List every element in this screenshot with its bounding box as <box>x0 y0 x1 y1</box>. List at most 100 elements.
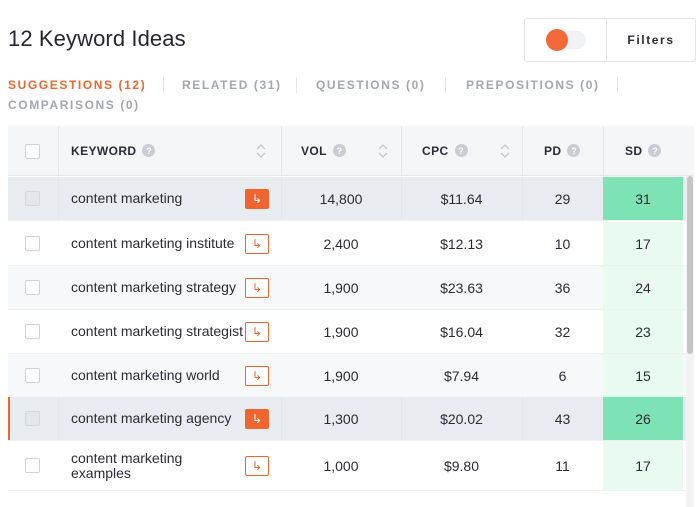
pd-value: 11 <box>555 457 570 474</box>
help-icon[interactable]: ? <box>648 144 662 157</box>
open-link-icon[interactable]: ↳ <box>245 456 269 476</box>
table-row[interactable]: content marketing world ↳ 1,900 $7.94 6 … <box>8 354 694 398</box>
row-checkbox[interactable] <box>25 368 40 383</box>
keyword-table: KEYWORD ? VOL ? CPC ? PD ? SD ? content … <box>8 126 694 507</box>
column-divider <box>281 126 282 175</box>
table-row[interactable]: content marketing ↳ 14,800 $11.64 29 31 <box>8 177 694 221</box>
vertical-scrollbar[interactable] <box>686 176 694 507</box>
column-divider <box>58 397 59 440</box>
tab-divider <box>296 77 297 93</box>
table-row[interactable]: content marketing institute ↳ 2,400 $12.… <box>8 222 694 266</box>
page-title: 12 Keyword Ideas <box>8 26 186 51</box>
filters-button[interactable]: Filters <box>607 19 695 61</box>
open-link-icon[interactable]: ↳ <box>245 366 269 386</box>
help-icon[interactable]: ? <box>454 144 468 157</box>
keyword-text: content marketing examples <box>71 449 183 481</box>
column-cpc-label: CPC <box>422 143 449 158</box>
keyword-text: content marketing world <box>71 367 220 383</box>
pd-value: 32 <box>554 323 571 340</box>
column-pd-label: PD <box>544 143 562 158</box>
row-checkbox[interactable] <box>25 411 40 426</box>
keyword-text: content marketing strategy <box>71 279 236 295</box>
column-pd[interactable]: PD ? <box>544 126 581 175</box>
vol-value: 1,300 <box>323 410 359 427</box>
sd-value: 26 <box>603 397 683 440</box>
keyword-text: content marketing institute <box>71 235 235 251</box>
column-divider <box>58 126 59 175</box>
column-keyword[interactable]: KEYWORD ? <box>71 126 156 175</box>
sort-icon[interactable] <box>256 143 266 159</box>
open-link-icon[interactable]: ↳ <box>245 278 269 298</box>
column-vol-label: VOL <box>301 143 327 158</box>
toggle-switch[interactable] <box>525 19 607 61</box>
keyword-text: content marketing strategist <box>71 323 243 339</box>
row-checkbox[interactable] <box>25 280 40 295</box>
open-link-icon[interactable]: ↳ <box>245 234 269 254</box>
sort-icon[interactable] <box>378 143 388 159</box>
column-divider <box>522 126 523 175</box>
open-link-icon[interactable]: ↳ <box>245 189 269 209</box>
sd-value: 15 <box>603 354 683 397</box>
cpc-value: $7.94 <box>443 367 480 384</box>
pd-value: 36 <box>554 279 571 296</box>
vol-value: 14,800 <box>319 190 363 207</box>
column-cpc[interactable]: CPC ? <box>422 126 468 175</box>
open-link-icon[interactable]: ↳ <box>245 322 269 342</box>
pd-value: 43 <box>554 410 571 427</box>
vol-value: 1,900 <box>323 323 359 340</box>
pd-value: 6 <box>558 367 567 384</box>
keyword-text: content marketing agency <box>71 410 232 426</box>
table-row[interactable]: content marketing examples ↳ 1,000 $9.80… <box>8 441 694 491</box>
toggle-knob <box>545 29 568 51</box>
row-checkbox[interactable] <box>25 458 40 473</box>
vol-value: 1,000 <box>323 457 359 474</box>
tab-suggestions[interactable]: SUGGESTIONS (12) <box>8 78 146 92</box>
tab-divider <box>163 77 164 93</box>
tab-comparisons[interactable]: COMPARISONS (0) <box>8 98 140 112</box>
help-icon[interactable]: ? <box>332 144 346 157</box>
row-checkbox[interactable] <box>25 191 40 206</box>
help-icon[interactable]: ? <box>142 144 156 157</box>
toolbar: Filters <box>524 18 696 62</box>
column-divider <box>58 177 59 220</box>
table-row[interactable]: content marketing strategist ↳ 1,900 $16… <box>8 310 694 354</box>
scrollbar-thumb[interactable] <box>687 176 693 354</box>
tab-questions[interactable]: QUESTIONS (0) <box>316 78 425 92</box>
pd-value: 29 <box>554 190 571 207</box>
sd-value: 31 <box>603 177 683 220</box>
cpc-value: $11.64 <box>440 190 483 207</box>
select-all-checkbox[interactable] <box>25 144 40 159</box>
pd-value: 10 <box>554 235 571 252</box>
cpc-value: $12.13 <box>440 235 483 252</box>
vol-value: 1,900 <box>323 279 359 296</box>
keyword-text: content marketing <box>71 190 183 206</box>
tab-prepositions[interactable]: PREPOSITIONS (0) <box>466 78 600 92</box>
cpc-value: $9.80 <box>443 457 480 474</box>
table-row[interactable]: content marketing agency ↳ 1,300 $20.02 … <box>8 397 694 441</box>
column-vol[interactable]: VOL ? <box>301 126 346 175</box>
row-checkbox[interactable] <box>25 324 40 339</box>
help-icon[interactable]: ? <box>567 144 581 157</box>
row-accent-bar <box>8 397 10 440</box>
table-header: KEYWORD ? VOL ? CPC ? PD ? SD ? <box>8 126 694 176</box>
sd-value: 23 <box>603 310 683 353</box>
sort-icon[interactable] <box>500 143 510 159</box>
cpc-value: $23.63 <box>440 279 483 296</box>
cpc-value: $16.04 <box>440 323 483 340</box>
tab-related[interactable]: RELATED (31) <box>182 78 282 92</box>
tab-divider <box>445 77 446 93</box>
cpc-value: $20.02 <box>440 410 483 427</box>
toggle-track <box>545 29 586 51</box>
sd-value: 24 <box>603 266 683 309</box>
sd-value: 17 <box>603 441 683 490</box>
tab-divider <box>617 77 618 93</box>
column-sd-label: SD <box>625 143 643 158</box>
sd-value: 17 <box>603 222 683 265</box>
table-row[interactable]: content marketing strategy ↳ 1,900 $23.6… <box>8 266 694 310</box>
vol-value: 1,900 <box>323 367 359 384</box>
open-link-icon[interactable]: ↳ <box>245 409 269 429</box>
row-checkbox[interactable] <box>25 236 40 251</box>
column-divider <box>401 126 402 175</box>
column-keyword-label: KEYWORD <box>71 143 137 158</box>
column-sd[interactable]: SD ? <box>625 126 662 175</box>
